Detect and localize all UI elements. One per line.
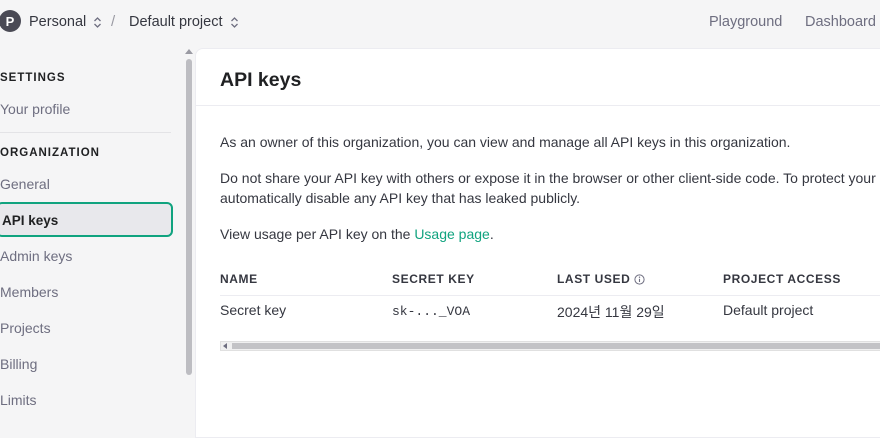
table-cell-last-used: 2024년 11월 29일	[557, 304, 665, 320]
sidebar-section-organization: ORGANIZATION	[0, 147, 100, 159]
sidebar-item-members[interactable]: Members	[0, 282, 58, 302]
column-header-last-used: LAST USED	[557, 272, 646, 286]
org-name: Personal	[29, 14, 87, 30]
table-cell-secret-key: sk-..._VOA	[392, 304, 471, 319]
column-header-project-access: PROJECT ACCESS	[723, 272, 841, 286]
column-header-secret-key: SECRET KEY	[392, 272, 475, 286]
top-bar: P Personal / Default project Playground …	[0, 0, 880, 46]
table-horizontal-scrollbar[interactable]	[220, 341, 880, 351]
security-warning-line2: automatically disable any API key that h…	[220, 190, 581, 206]
chevron-up-down-icon	[94, 16, 102, 28]
nav-playground[interactable]: Playground	[709, 14, 782, 30]
sidebar-item-billing[interactable]: Billing	[0, 354, 37, 374]
sidebar-item-admin-keys[interactable]: Admin keys	[0, 246, 72, 266]
breadcrumb-separator: /	[111, 13, 116, 30]
usage-note-prefix: View usage per API key on the	[220, 226, 415, 242]
nav-dashboard[interactable]: Dashboard	[805, 14, 876, 30]
info-icon[interactable]	[634, 273, 646, 285]
table-header-divider	[220, 295, 880, 296]
project-selector[interactable]: Default project	[129, 14, 239, 30]
page-title: API keys	[220, 69, 302, 91]
sidebar: SETTINGS Your profile ORGANIZATION Gener…	[0, 46, 181, 430]
table-cell-project-access: Default project	[723, 302, 814, 318]
sidebar-item-general[interactable]: General	[0, 174, 50, 194]
org-selector[interactable]: Personal	[29, 14, 102, 30]
sidebar-item-your-profile[interactable]: Your profile	[0, 99, 70, 119]
scroll-left-arrow-icon[interactable]	[223, 343, 227, 349]
usage-note-suffix: .	[489, 226, 494, 242]
chevron-up-down-icon	[230, 16, 238, 28]
project-name: Default project	[129, 14, 223, 30]
sidebar-divider	[0, 132, 171, 133]
table-scrollbar-thumb[interactable]	[232, 343, 880, 349]
table-cell-name: Secret key	[220, 302, 287, 318]
sidebar-scrollbar-thumb[interactable]	[186, 59, 192, 375]
org-avatar[interactable]: P	[0, 10, 21, 32]
title-divider	[196, 105, 880, 106]
column-header-last-used-label: LAST USED	[557, 272, 631, 286]
usage-note: View usage per API key on the Usage page…	[220, 224, 494, 244]
scroll-up-arrow-icon[interactable]	[185, 49, 193, 54]
sidebar-item-limits[interactable]: Limits	[0, 390, 37, 410]
column-header-name: NAME	[220, 272, 258, 286]
sidebar-section-settings: SETTINGS	[0, 72, 66, 84]
sidebar-item-api-keys[interactable]: API keys	[0, 202, 173, 237]
sidebar-item-projects[interactable]: Projects	[0, 318, 51, 338]
usage-page-link[interactable]: Usage page	[414, 226, 490, 242]
security-warning: Do not share your API key with others or…	[220, 168, 880, 208]
owner-description: As an owner of this organization, you ca…	[220, 134, 791, 150]
main-panel: API keys As an owner of this organizatio…	[195, 48, 880, 438]
security-warning-line1: Do not share your API key with others or…	[220, 170, 880, 186]
